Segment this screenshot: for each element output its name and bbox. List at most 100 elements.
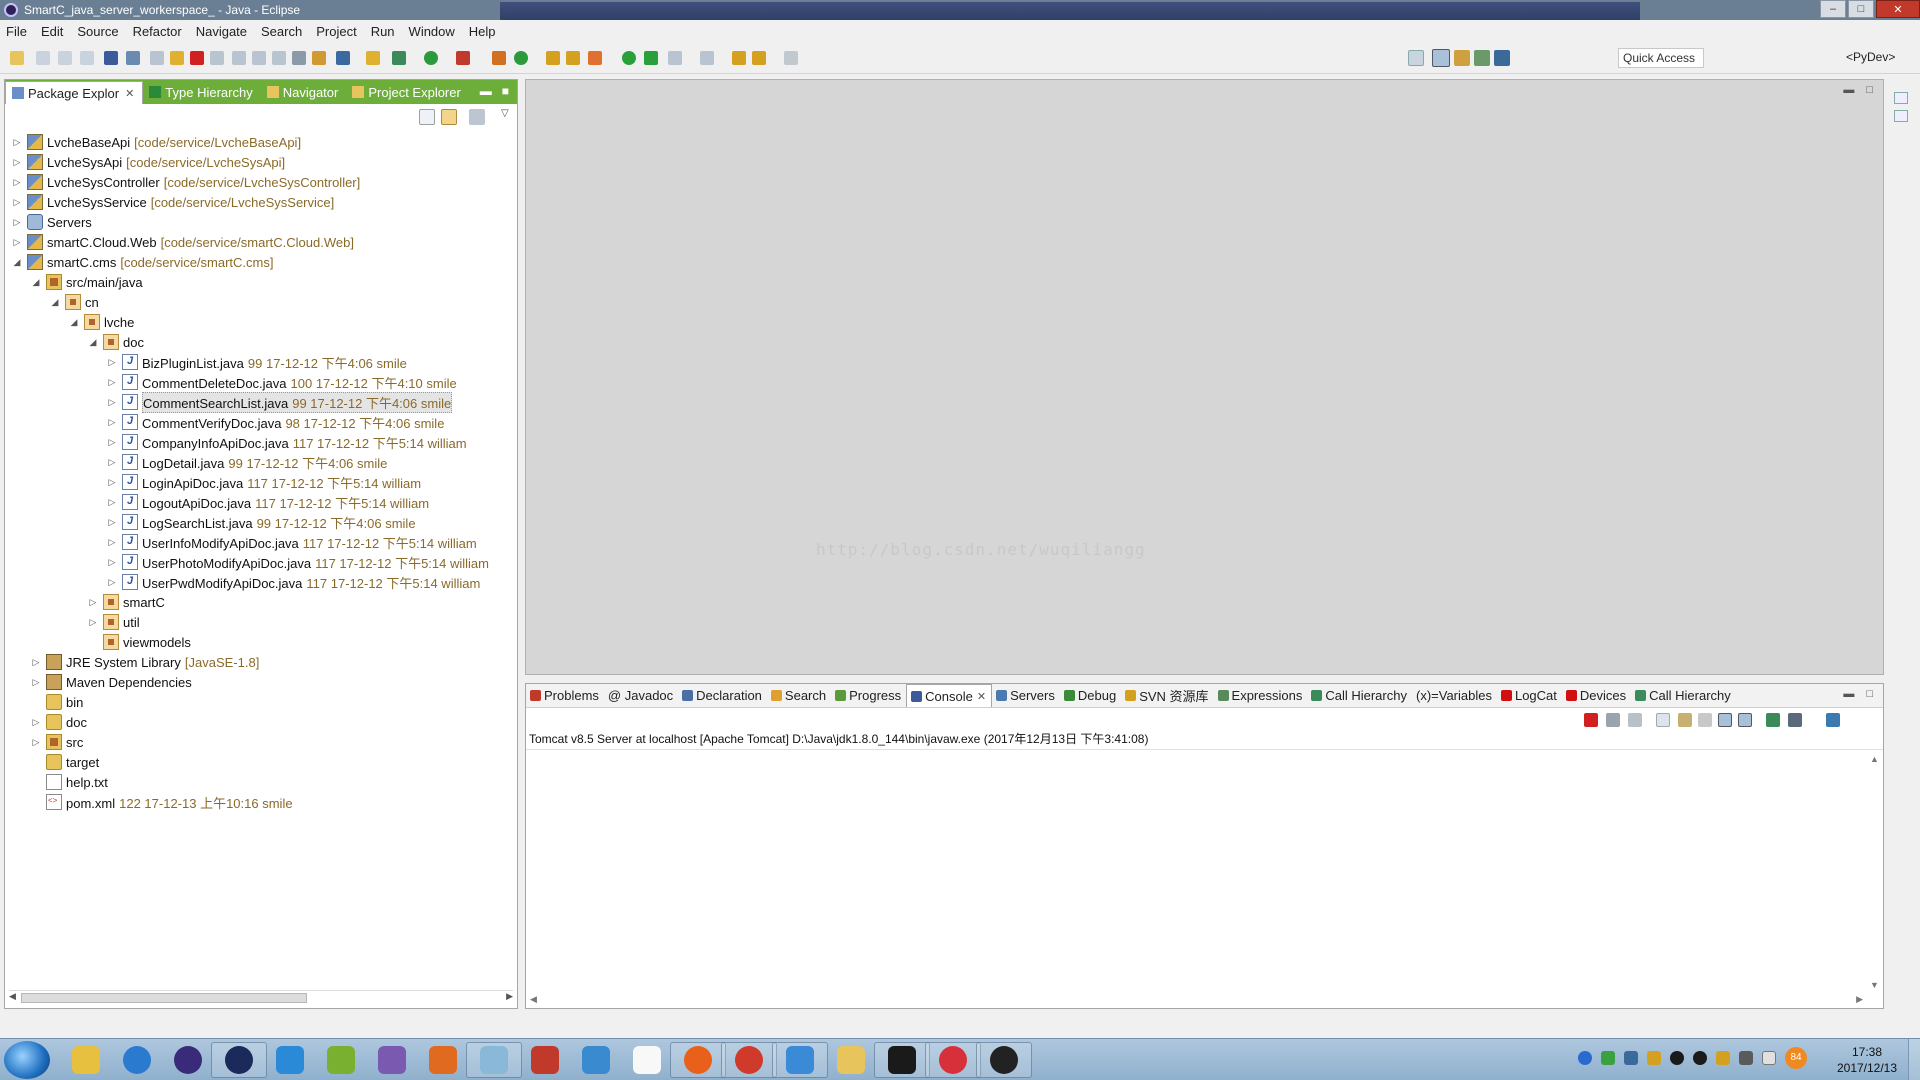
scroll-lock-icon[interactable] — [1678, 713, 1692, 727]
taskbar-network[interactable] — [568, 1042, 624, 1078]
tree-row[interactable]: ▷ LvcheSysApi [code/service/LvcheSysApi] — [11, 152, 285, 172]
view-menu-icon[interactable]: ▽ — [501, 108, 509, 119]
tree-row[interactable]: ◢ src/main/java — [30, 272, 143, 292]
console-icon[interactable] — [104, 51, 118, 65]
show-stdout-icon[interactable] — [1718, 713, 1732, 727]
expand-twisty-icon[interactable]: ▷ — [11, 237, 23, 248]
expand-twisty-icon[interactable]: ▷ — [106, 437, 118, 448]
tree-row[interactable]: ▷ LvcheBaseApi [code/service/LvcheBaseApi] — [11, 132, 301, 152]
taskbar-blank-doc[interactable] — [619, 1042, 675, 1078]
taskbar-firefox[interactable] — [670, 1042, 726, 1078]
monitor-tray-icon[interactable] — [1739, 1051, 1753, 1065]
pin-console-icon[interactable] — [1766, 713, 1780, 727]
taskbar-visual-studio[interactable] — [364, 1042, 420, 1078]
open-console-icon[interactable] — [1826, 713, 1840, 727]
console-vertical-scrollbar[interactable]: ▲ ▼ — [1867, 752, 1881, 992]
tab-expressions[interactable]: Expressions — [1214, 684, 1308, 707]
expand-twisty-icon[interactable]: ▷ — [106, 357, 118, 368]
tree-row[interactable]: ▷ doc — [30, 712, 87, 732]
tree-row[interactable]: ▷ CommentDeleteDoc.java100 17-12-12 下午4:1… — [106, 372, 457, 392]
tab-x-variables[interactable]: (x)=Variables — [1412, 684, 1497, 707]
display-console-icon[interactable] — [1788, 713, 1802, 727]
forward-icon[interactable] — [784, 51, 798, 65]
wechat-tray-icon[interactable] — [1601, 1051, 1615, 1065]
tree-row[interactable]: ▷ util — [87, 612, 140, 632]
open-type-icon[interactable] — [366, 51, 380, 65]
scroll-left-icon[interactable]: ◀ — [9, 991, 16, 1002]
print-icon[interactable] — [80, 51, 94, 65]
scroll-left-icon[interactable]: ◀ — [530, 994, 537, 1005]
expand-twisty-icon[interactable]: ▷ — [106, 477, 118, 488]
tree-row[interactable]: ◢ smartC.cms [code/service/smartC.cms] — [11, 252, 274, 272]
tree-row[interactable]: ▷ JRE System Library [JavaSE-1.8] — [30, 652, 259, 672]
tree-row[interactable]: ▷ UserPhotoModifyApiDoc.java117 17-12-12 … — [106, 552, 489, 572]
disconnect-icon[interactable] — [210, 51, 224, 65]
tab-progress[interactable]: Progress — [831, 684, 906, 707]
collapse-twisty-icon[interactable]: ◢ — [87, 337, 99, 348]
skip-breakpoints-icon[interactable] — [126, 51, 140, 65]
tab-package-explorer[interactable]: Package Explor ✕ — [5, 81, 144, 104]
outline-icon[interactable] — [1894, 110, 1908, 122]
tree-row[interactable]: ◢ cn — [49, 292, 99, 312]
expand-twisty-icon[interactable]: ▷ — [87, 617, 99, 628]
badge-84[interactable]: 84 — [1785, 1047, 1807, 1069]
remove-all-launches-icon[interactable] — [1628, 713, 1642, 727]
network-tray-icon[interactable] — [1578, 1051, 1592, 1065]
tab-navigator[interactable]: Navigator — [261, 80, 347, 104]
scroll-right-icon[interactable]: ▶ — [506, 991, 513, 1002]
console-horizontal-scrollbar[interactable]: ◀ ▶ — [526, 994, 1867, 1008]
new-folder-icon[interactable] — [546, 51, 560, 65]
tab-call-hierarchy[interactable]: Call Hierarchy — [1307, 684, 1412, 707]
maximize-view-icon[interactable]: ■ — [502, 84, 509, 98]
minimize-button[interactable]: – — [1820, 0, 1846, 18]
show-stderr-icon[interactable] — [1738, 713, 1752, 727]
tab-servers[interactable]: Servers — [992, 684, 1060, 707]
expand-twisty-icon[interactable]: ▷ — [11, 157, 23, 168]
taskbar-eclipse-dark[interactable] — [211, 1042, 267, 1078]
tree-row[interactable]: ▷ Servers — [11, 212, 92, 232]
menu-navigate[interactable]: Navigate — [196, 24, 247, 39]
build-icon[interactable] — [336, 51, 350, 65]
taskbar-penguin-app[interactable] — [976, 1042, 1032, 1078]
tree-row[interactable]: pom.xml122 17-12-13 上午10:16 smile — [30, 792, 293, 812]
tree-row[interactable]: ▷ CommentSearchList.java99 17-12-12 下午4:0… — [106, 391, 453, 413]
tree-row[interactable]: ▷ LogoutApiDoc.java117 17-12-12 下午5:14 wi… — [106, 492, 429, 512]
close-button[interactable]: ✕ — [1876, 0, 1920, 18]
collapse-twisty-icon[interactable]: ◢ — [11, 257, 23, 268]
clear-console-icon[interactable] — [1656, 713, 1670, 727]
minimize-editor-icon[interactable]: ▬ — [1843, 84, 1854, 96]
menu-run[interactable]: Run — [371, 24, 395, 39]
tab-devices[interactable]: Devices — [1562, 684, 1631, 707]
menu-help[interactable]: Help — [469, 24, 496, 39]
show-desktop-button[interactable] — [1908, 1039, 1920, 1080]
new-server-icon[interactable] — [492, 51, 506, 65]
save-all-icon[interactable] — [58, 51, 72, 65]
debug-icon[interactable] — [392, 51, 406, 65]
external-tools-icon[interactable] — [456, 51, 470, 65]
open-folder-icon[interactable] — [566, 51, 580, 65]
clock[interactable]: 17:38 2017/12/13 — [1830, 1044, 1904, 1076]
taskbar-cmd[interactable] — [874, 1042, 930, 1078]
tab-type-hierarchy[interactable]: Type Hierarchy — [143, 80, 260, 104]
quick-access-field[interactable]: Quick Access — [1618, 48, 1704, 68]
close-tab-icon[interactable]: ✕ — [977, 690, 986, 703]
expand-twisty-icon[interactable]: ▷ — [30, 657, 42, 668]
menu-source[interactable]: Source — [77, 24, 118, 39]
tab-project-explorer[interactable]: Project Explorer — [346, 80, 468, 104]
minimize-panel-icon[interactable]: ▬ — [1843, 688, 1854, 700]
taskbar-paint-brush[interactable] — [415, 1042, 471, 1078]
expand-twisty-icon[interactable]: ▷ — [30, 717, 42, 728]
run-icon[interactable] — [424, 51, 438, 65]
tree-row[interactable]: ▷ CommentVerifyDoc.java98 17-12-12 下午4:06… — [106, 412, 444, 432]
scroll-down-icon[interactable]: ▼ — [1870, 980, 1879, 990]
taskbar-folder[interactable] — [823, 1042, 879, 1078]
menu-file[interactable]: File — [6, 24, 27, 39]
restore-icon[interactable] — [1894, 92, 1908, 104]
collapse-twisty-icon[interactable]: ◢ — [49, 297, 61, 308]
focus-workspace-icon[interactable] — [469, 109, 485, 125]
open-perspective-icon[interactable] — [1408, 50, 1424, 66]
qq-tray-icon[interactable] — [1670, 1051, 1684, 1065]
collapse-twisty-icon[interactable]: ◢ — [30, 277, 42, 288]
taskbar-notepad[interactable] — [466, 1042, 522, 1078]
menu-search[interactable]: Search — [261, 24, 302, 39]
